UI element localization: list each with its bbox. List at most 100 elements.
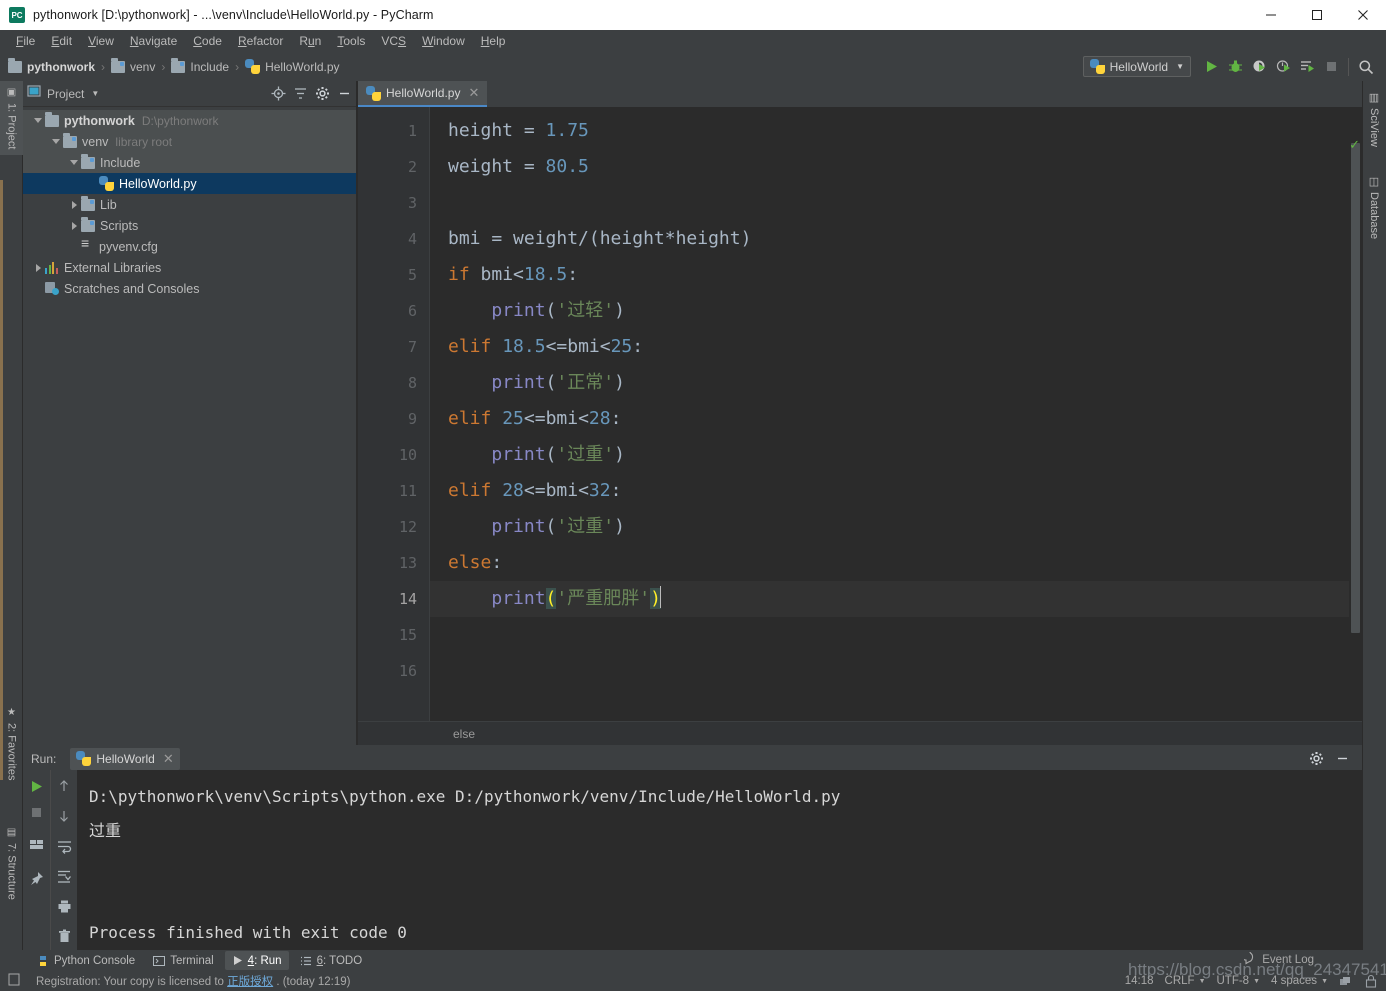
line-number[interactable]: 2 <box>358 149 429 185</box>
collapse-all-icon[interactable] <box>290 84 310 104</box>
line-number[interactable]: 1 <box>358 113 429 149</box>
tree-node-scratches-and-consoles[interactable]: Scratches and Consoles <box>23 278 358 299</box>
line-number[interactable]: 5 <box>358 257 429 293</box>
menu-item-navigate[interactable]: Navigate <box>122 32 185 50</box>
status-lock-icon[interactable] <box>1364 974 1378 988</box>
tree-node-venv[interactable]: venv library root <box>23 131 358 152</box>
scrollbar-thumb[interactable] <box>1351 143 1360 633</box>
bottom-tab-4-run[interactable]: 4: Run <box>224 951 289 970</box>
close-button[interactable] <box>1340 0 1386 30</box>
tree-node-pythonwork[interactable]: pythonwork D:\pythonwork <box>23 110 358 131</box>
status-encoding[interactable]: UTF-8 ▼ <box>1217 975 1261 987</box>
sidebar-item-database[interactable]: ◫ Database <box>1362 169 1386 245</box>
menu-item-window[interactable]: Window <box>414 32 473 50</box>
line-number[interactable]: 8 <box>358 365 429 401</box>
code-line[interactable]: elif 25<=bmi<28: <box>430 401 1362 437</box>
code-line[interactable]: height = 1.75 <box>430 113 1362 149</box>
chevron-down-icon[interactable] <box>67 152 81 173</box>
restore-layout-icon[interactable] <box>27 834 47 854</box>
line-number-gutter[interactable]: 1 2 3 4 5 6 7 8 9 10 11 12 13 14 15 16 <box>358 107 430 721</box>
tree-node-include[interactable]: Include <box>23 152 358 173</box>
minimize-button[interactable] <box>1248 0 1294 30</box>
line-number[interactable]: 16 <box>358 653 429 689</box>
bottom-tab-terminal[interactable]: Terminal <box>146 951 220 970</box>
code-line[interactable]: else: <box>430 545 1362 581</box>
run-icon[interactable] <box>1199 55 1223 79</box>
menu-item-edit[interactable]: Edit <box>43 32 80 50</box>
line-number[interactable]: 12 <box>358 509 429 545</box>
registration-link[interactable]: 正版授权 <box>227 976 273 988</box>
rerun-icon[interactable] <box>27 776 47 796</box>
line-number[interactable]: 9 <box>358 401 429 437</box>
line-number[interactable]: 14 <box>358 581 429 617</box>
run-console-output[interactable]: D:\pythonwork\venv\Scripts\python.exe D:… <box>77 770 1362 950</box>
sidebar-item-sciview[interactable]: ▥ SciView <box>1362 85 1386 153</box>
code-line[interactable]: if bmi<18.5: <box>430 257 1362 293</box>
chevron-down-icon[interactable] <box>49 131 63 152</box>
code-line[interactable]: print('严重肥胖') <box>430 581 1362 617</box>
run-coverage-icon[interactable] <box>1247 55 1271 79</box>
code-line[interactable] <box>430 185 1362 221</box>
sidebar-item-project[interactable]: ▣ 1: Project <box>0 81 23 156</box>
project-tree[interactable]: pythonwork D:\pythonwork venv library root I… <box>23 107 358 745</box>
line-number[interactable]: 4 <box>358 221 429 257</box>
line-number[interactable]: 15 <box>358 617 429 653</box>
breadcrumb-item-helloworld-py[interactable]: HelloWorld.py <box>245 59 340 74</box>
hide-icon[interactable] <box>1332 749 1352 769</box>
profile-icon[interactable] <box>1271 55 1295 79</box>
code-line[interactable]: print('过重') <box>430 509 1362 545</box>
pin-icon[interactable] <box>27 868 47 888</box>
code-text[interactable]: height = 1.75 weight = 80.5 bmi = weight/(… <box>430 107 1362 721</box>
locate-icon[interactable] <box>268 84 288 104</box>
scroll-to-end-icon[interactable] <box>54 866 74 886</box>
close-icon[interactable]: ✕ <box>163 751 174 767</box>
inspection-status-icon[interactable]: ✓ <box>1349 137 1360 153</box>
code-line[interactable] <box>430 617 1362 653</box>
tree-node-external-libraries[interactable]: External Libraries <box>23 257 358 278</box>
line-number[interactable]: 13 <box>358 545 429 581</box>
menu-item-help[interactable]: Help <box>473 32 514 50</box>
tree-node-scripts[interactable]: Scripts <box>23 215 358 236</box>
menu-item-run[interactable]: Run <box>291 32 329 50</box>
menu-item-refactor[interactable]: Refactor <box>230 32 291 50</box>
menu-item-view[interactable]: View <box>80 32 122 50</box>
run-with-console-icon[interactable] <box>1295 55 1319 79</box>
menu-item-tools[interactable]: Tools <box>329 32 373 50</box>
sidebar-item-structure[interactable]: ▤ 7: Structure <box>0 821 23 906</box>
code-line[interactable]: print('过重') <box>430 437 1362 473</box>
status-indent[interactable]: 4 spaces ▼ <box>1271 975 1328 987</box>
down-icon[interactable] <box>54 806 74 826</box>
line-number[interactable]: 3 <box>358 185 429 221</box>
code-line[interactable]: elif 18.5<=bmi<25: <box>430 329 1362 365</box>
maximize-button[interactable] <box>1294 0 1340 30</box>
bottom-tab-python-console[interactable]: Python Console <box>30 951 142 970</box>
event-log-button[interactable]: Event Log <box>1240 949 1314 968</box>
menu-item-code[interactable]: Code <box>185 32 230 50</box>
run-configuration-selector[interactable]: HelloWorld ▼ <box>1082 56 1191 77</box>
line-number[interactable]: 6 <box>358 293 429 329</box>
print-icon[interactable] <box>54 896 74 916</box>
status-git-branch-icon[interactable] <box>1339 975 1353 988</box>
up-icon[interactable] <box>54 776 74 796</box>
hide-icon[interactable] <box>334 84 354 104</box>
code-line[interactable] <box>430 653 1362 689</box>
menu-item-vcs[interactable]: VCS <box>373 32 414 50</box>
clear-all-icon[interactable] <box>54 926 74 946</box>
tree-node-lib[interactable]: Lib <box>23 194 358 215</box>
search-everywhere-icon[interactable] <box>1354 55 1378 79</box>
tree-node-helloworld-py[interactable]: HelloWorld.py <box>23 173 358 194</box>
chevron-right-icon[interactable] <box>31 257 45 278</box>
chevron-right-icon[interactable] <box>67 215 81 236</box>
chevron-down-icon[interactable] <box>31 110 45 131</box>
chevron-right-icon[interactable] <box>67 194 81 215</box>
code-line[interactable]: print('过轻') <box>430 293 1362 329</box>
editor-scrollbar[interactable] <box>1349 133 1362 721</box>
tab-helloworld-py[interactable]: HelloWorld.py ✕ <box>358 81 488 107</box>
sidebar-item-favorites[interactable]: ★ 2: Favorites <box>0 701 23 786</box>
code-line[interactable]: print('正常') <box>430 365 1362 401</box>
line-number[interactable]: 7 <box>358 329 429 365</box>
breadcrumb-item-pythonwork[interactable]: pythonwork <box>8 57 95 74</box>
close-icon[interactable]: ✕ <box>468 85 479 101</box>
menu-item-file[interactable]: File <box>8 32 43 50</box>
chevron-down-icon[interactable]: ▼ <box>91 89 99 98</box>
